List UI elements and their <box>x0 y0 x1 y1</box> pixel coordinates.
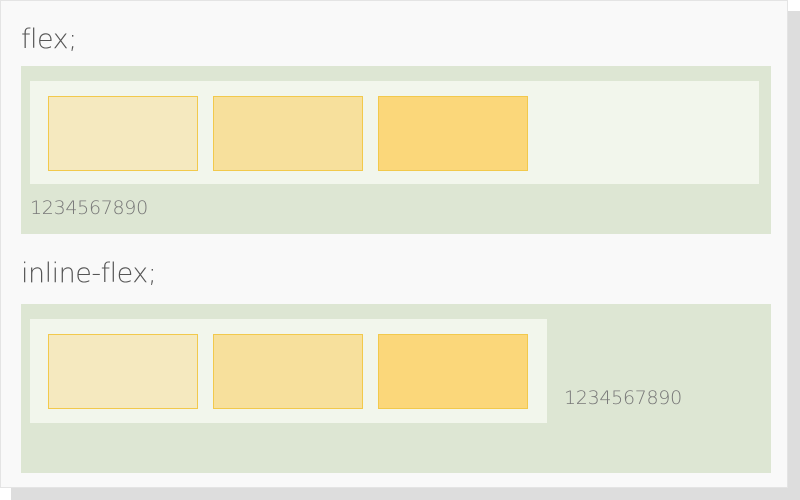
heading-flex: flex; <box>21 24 77 55</box>
inline-flex-item-2 <box>213 334 363 409</box>
inline-flex-container <box>30 319 547 423</box>
heading-inline-flex: inline-flex; <box>21 258 157 289</box>
flex-item-3 <box>378 96 528 171</box>
flex-item-2 <box>213 96 363 171</box>
outer-block-inline-flex: 1234567890 <box>21 304 771 473</box>
trailing-text-flex: 1234567890 <box>30 197 148 219</box>
flex-item-1 <box>48 96 198 171</box>
flex-container <box>30 81 759 184</box>
outer-block-flex: 1234567890 <box>21 66 771 234</box>
demo-card: flex; 1234567890 inline-flex; 1234567890 <box>0 0 788 488</box>
inline-flex-item-1 <box>48 334 198 409</box>
trailing-text-inline-flex: 1234567890 <box>564 387 682 409</box>
inline-flex-item-3 <box>378 334 528 409</box>
